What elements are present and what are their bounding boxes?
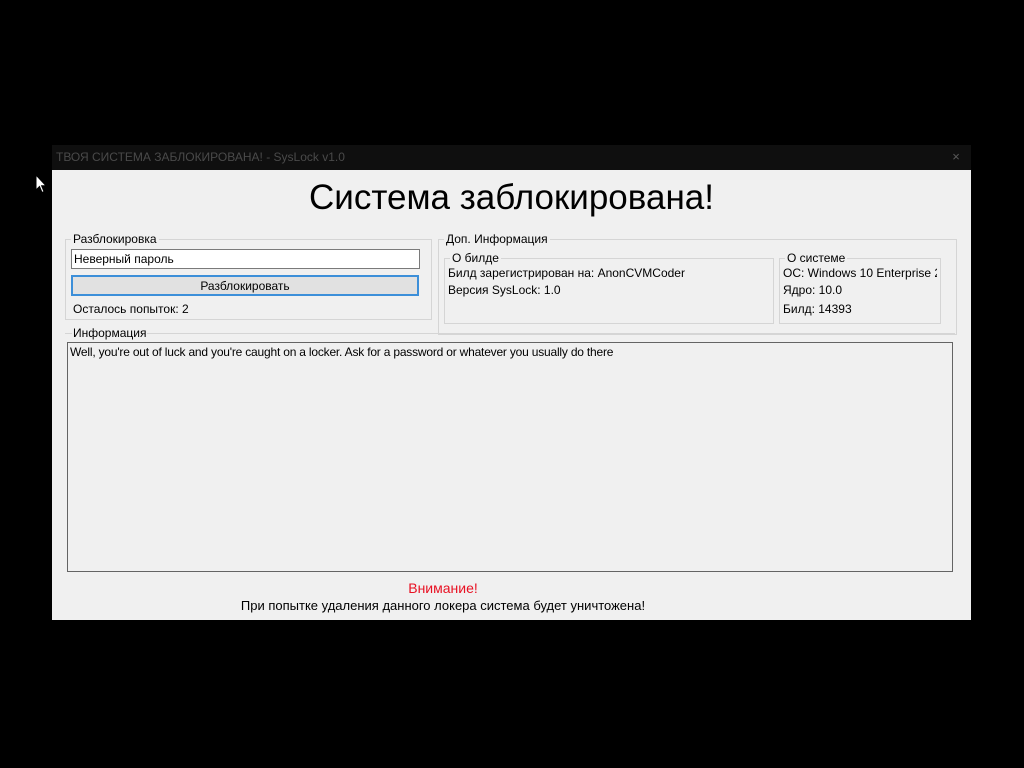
warning-text: При попытке удаления данного локера сист… [240, 598, 646, 613]
unlock-button[interactable]: Разблокировать [71, 275, 419, 296]
system-info-group-label: О системе [787, 251, 846, 265]
page-title: Система заблокирована! [309, 178, 714, 217]
syslock-version-text: Версия SysLock: 1.0 [448, 283, 561, 297]
title-bar[interactable]: ТВОЯ СИСТЕМА ЗАБЛОКИРОВАНА! - SysLock v1… [52, 145, 971, 170]
info-group-frame [65, 333, 955, 334]
system-info-group: О системе ОС: Windows 10 Enterprise 2016… [779, 251, 941, 324]
window-title: ТВОЯ СИСТЕМА ЗАБЛОКИРОВАНА! - SysLock v1… [56, 150, 345, 164]
unlock-group: Разблокировка Разблокировать Осталось по… [65, 232, 432, 320]
os-text: ОС: Windows 10 Enterprise 2016 [783, 266, 937, 280]
mouse-pointer-icon [35, 174, 47, 194]
kernel-text: Ядро: 10.0 [783, 283, 843, 297]
info-group-label: Информация [72, 326, 148, 340]
attempts-remaining: Осталось попыток: 2 [73, 302, 189, 316]
build-info-group-label: О билде [452, 251, 499, 265]
close-icon[interactable]: × [947, 148, 965, 166]
unlock-group-label: Разблокировка [73, 232, 157, 246]
warning-title: Внимание! [408, 580, 478, 596]
system-build-text: Билд: 14393 [783, 302, 852, 316]
build-info-group: О билде Билд зарегистрирован на: AnonCVM… [444, 251, 774, 324]
info-message-box[interactable]: Well, you're out of luck and you're caug… [67, 342, 953, 572]
password-input[interactable] [71, 249, 420, 269]
syslock-window: ТВОЯ СИСТЕМА ЗАБЛОКИРОВАНА! - SysLock v1… [52, 145, 971, 620]
extra-info-group-label: Доп. Информация [446, 232, 548, 246]
extra-info-group: Доп. Информация О билде Билд зарегистрир… [438, 232, 957, 335]
build-registered-text: Билд зарегистрирован на: AnonCVMCoder [448, 266, 685, 280]
